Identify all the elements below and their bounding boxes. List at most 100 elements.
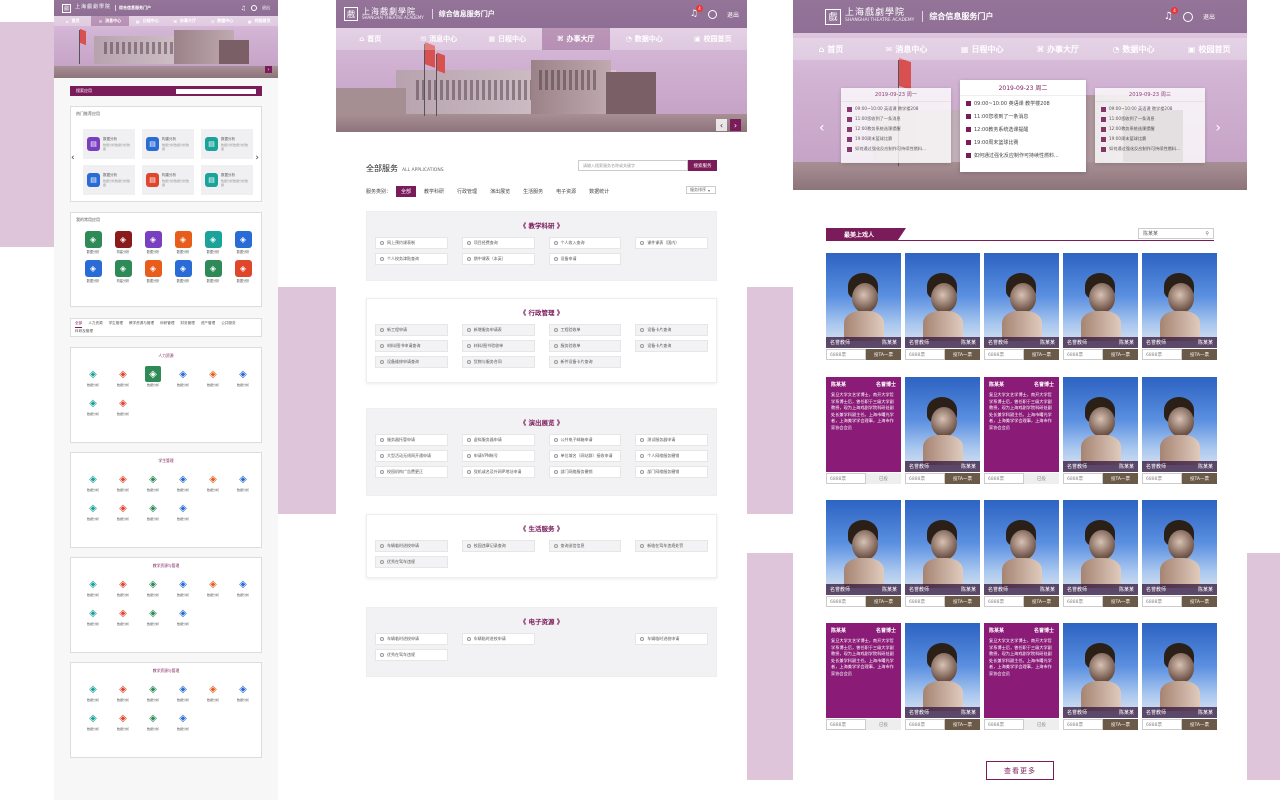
group-app-tile[interactable]: ◈ 数据分析 bbox=[79, 605, 107, 627]
popular-app-tile[interactable]: ▤ 构建分析 数据分析数据分析数据 bbox=[142, 165, 194, 195]
category-tab[interactable]: 资产管理 bbox=[201, 321, 215, 328]
person-card[interactable]: 名誉教师 陈某某 6888票 投TA一票 bbox=[1063, 623, 1138, 731]
next-arrow-icon[interactable]: › bbox=[265, 66, 272, 73]
user-icon[interactable] bbox=[707, 9, 717, 19]
service-item[interactable]: 课件课表（国内） bbox=[635, 237, 708, 249]
next-arrow-icon[interactable]: › bbox=[730, 119, 741, 131]
category-tab[interactable]: 科研管理 bbox=[160, 321, 174, 328]
vote-button[interactable]: 投TA一票 bbox=[1103, 349, 1138, 360]
vote-button[interactable]: 投TA一票 bbox=[1024, 349, 1059, 360]
vote-button[interactable]: 投TA一票 bbox=[1182, 596, 1217, 607]
person-card[interactable]: 名誉教师 陈某某 6888票 投TA一票 bbox=[1142, 623, 1217, 731]
service-item[interactable]: 服务验收单 bbox=[548, 340, 622, 352]
common-app-tile[interactable]: ◈ 数据分析 bbox=[229, 260, 257, 284]
group-app-tile[interactable]: ◈ 数据分析 bbox=[139, 500, 167, 522]
group-app-tile[interactable]: ◈ 数据分析 bbox=[169, 500, 197, 522]
service-item[interactable]: 个人网络服务撤销 bbox=[635, 450, 708, 462]
prev-arrow-icon[interactable]: ‹ bbox=[716, 119, 727, 131]
group-app-tile[interactable]: ◈ 数据分析 bbox=[139, 471, 167, 493]
service-search-input[interactable]: 请输入搜索服务名称或关键字 bbox=[578, 160, 688, 171]
group-app-tile[interactable]: ◈ 数据分析 bbox=[199, 471, 227, 493]
group-app-tile[interactable]: ◈ 数据分析 bbox=[199, 576, 227, 598]
group-app-tile[interactable]: ◈ 数据分析 bbox=[79, 710, 107, 732]
popular-app-tile[interactable]: ▤ 数据分析 数据分析数据分析数据 bbox=[201, 129, 253, 159]
vote-button[interactable]: 投TA一票 bbox=[1103, 473, 1138, 484]
service-item[interactable]: 材料/图书申请查询 bbox=[375, 340, 448, 352]
nav-item[interactable]: ▣ 校园首页 bbox=[679, 28, 748, 50]
service-item[interactable]: 材料/图书验收单 bbox=[461, 340, 535, 352]
service-item[interactable]: 优秀在驾车违规 bbox=[375, 649, 448, 661]
schedule-item[interactable]: 12:00教务系统选课提醒 bbox=[847, 126, 945, 132]
vote-button[interactable]: 投TA一票 bbox=[1103, 719, 1138, 730]
vote-button[interactable]: 投TA一票 bbox=[866, 596, 901, 607]
schedule-item[interactable]: 12:00教务系统选课提醒 bbox=[1101, 126, 1199, 132]
schedule-item[interactable]: 如何通过强化反应制作可持续性燃料... bbox=[966, 152, 1080, 159]
nav-item[interactable]: ▦ 日程中心 bbox=[944, 38, 1020, 60]
group-app-tile[interactable]: ◈ 数据分析 bbox=[139, 681, 167, 703]
person-card[interactable]: 名誉教师 陈某某 6888票 投TA一票 bbox=[1142, 500, 1217, 608]
group-app-tile[interactable]: ◈ 数据分析 bbox=[109, 710, 137, 732]
person-card[interactable]: 名誉教师 陈某某 6888票 投TA一票 bbox=[905, 253, 980, 361]
person-card[interactable]: 名誉教师 陈某某 6888票 投TA一票 bbox=[1142, 253, 1217, 361]
category-tab[interactable]: 人力资源 bbox=[88, 321, 102, 328]
person-card[interactable]: 名誉教师 陈某某 6888票 投TA一票 bbox=[905, 500, 980, 608]
next-arrow-icon[interactable]: › bbox=[255, 153, 259, 163]
service-item[interactable]: 设备维修申请查询 bbox=[375, 356, 448, 368]
group-app-tile[interactable]: ◈ 数据分析 bbox=[169, 471, 197, 493]
category-tab[interactable]: 学生管理 bbox=[109, 321, 123, 328]
search-input[interactable] bbox=[176, 88, 256, 94]
service-item[interactable]: 车辆临时进校申请 bbox=[461, 633, 535, 645]
group-app-tile[interactable]: ◈ 数据分析 bbox=[229, 681, 257, 703]
filter-chip[interactable]: 数据统计 bbox=[584, 186, 614, 197]
schedule-item[interactable]: 12:00教务系统选课提醒 bbox=[966, 126, 1080, 133]
schedule-item[interactable]: 如何通过强化反应制作可持续性燃料... bbox=[847, 146, 945, 152]
category-tab[interactable]: 全部 bbox=[75, 321, 83, 328]
service-item[interactable]: 工程验收单 bbox=[548, 324, 622, 336]
nav-item[interactable]: ▦ 日程中心 bbox=[473, 28, 542, 50]
vote-button[interactable]: 投TA一票 bbox=[1182, 349, 1217, 360]
filter-chip[interactable]: 教学科研 bbox=[419, 186, 449, 197]
nav-item[interactable]: ◔ 数据中心 bbox=[610, 28, 679, 50]
schedule-card[interactable]: 2019-09-23 周一 09:00~10:00 英语课 教学楼208 11:00… bbox=[841, 88, 951, 163]
filter-chip[interactable]: 生活服务 bbox=[518, 186, 548, 197]
group-app-tile[interactable]: ◈ 数据分析 bbox=[79, 395, 107, 417]
logo[interactable]: 戲 上海戲劇學院 综合信息服务门户 bbox=[62, 3, 151, 13]
person-card[interactable]: 陈某某 名誉博士 复旦大学文艺学博士，南开大学哲学系博士后，曾任职于三级大学副教授，… bbox=[984, 377, 1059, 485]
service-item[interactable]: 项目经费查询 bbox=[461, 237, 535, 249]
nav-item[interactable]: ▦ 日程中心 bbox=[129, 16, 166, 26]
service-item[interactable]: 个人校务津贴查询 bbox=[375, 253, 448, 265]
sort-dropdown[interactable]: 服务排序 ▾ bbox=[686, 186, 716, 194]
category-tab[interactable]: 公共服务 bbox=[221, 321, 235, 328]
service-item[interactable]: 期中课表（本英） bbox=[461, 253, 535, 265]
nav-item[interactable]: ✉ 消息中心 bbox=[405, 28, 474, 50]
bell-icon[interactable]: ♫ bbox=[241, 5, 246, 12]
service-item[interactable]: 优秀在驾车违规 bbox=[375, 556, 448, 568]
view-more-button[interactable]: 查看更多 bbox=[986, 761, 1054, 780]
category-tab[interactable]: 教学资源与管理 bbox=[129, 321, 154, 328]
service-item[interactable]: 单位域名（网站群）接收申请 bbox=[548, 450, 622, 462]
service-item[interactable]: 网上预约课表制 bbox=[375, 237, 448, 249]
schedule-item[interactable]: 19:00周末篮球比赛 bbox=[1101, 136, 1199, 142]
service-item[interactable]: 新临在驾车违规处罚 bbox=[635, 540, 708, 552]
schedule-item[interactable]: 19:00周末篮球比赛 bbox=[966, 139, 1080, 146]
nav-item[interactable]: ⌂ 首页 bbox=[54, 16, 91, 26]
prev-arrow-icon[interactable]: ‹ bbox=[819, 120, 825, 136]
person-card[interactable]: 名誉教师 陈某某 6888票 投TA一票 bbox=[826, 253, 901, 361]
common-app-tile[interactable]: ◈ 数据分析 bbox=[169, 231, 197, 255]
person-card[interactable]: 名誉教师 陈某某 6888票 投TA一票 bbox=[984, 253, 1059, 361]
schedule-item[interactable]: 09:00~10:00 英语课 教学楼208 bbox=[847, 106, 945, 112]
common-app-tile[interactable]: ◈ 数据分析 bbox=[199, 231, 227, 255]
common-app-tile[interactable]: ◈ 构建分析 bbox=[109, 231, 137, 255]
nav-item[interactable]: ▣ 校园首页 bbox=[241, 16, 278, 26]
common-app-tile[interactable]: ◈ 数据分析 bbox=[139, 231, 167, 255]
service-item[interactable]: 大型活动无线网开通申请 bbox=[375, 450, 448, 462]
person-search-input[interactable]: 陈某某 ⚲ bbox=[1138, 228, 1214, 239]
filter-chip[interactable]: 电子资源 bbox=[551, 186, 581, 197]
vote-button[interactable]: 投TA一票 bbox=[1103, 596, 1138, 607]
service-item[interactable]: 查询送信信息 bbox=[548, 540, 622, 552]
service-item[interactable]: 校园违章记录查询 bbox=[461, 540, 535, 552]
group-app-tile[interactable]: ◈ 数据分析 bbox=[109, 605, 137, 627]
service-item[interactable]: 货物与服务合同 bbox=[461, 356, 535, 368]
common-app-tile[interactable]: ◈ 数据分析 bbox=[79, 231, 107, 255]
logo[interactable]: 戲 上海戲劇學院 SHANGHAI THEATRE ACADEMY 综合信息服务… bbox=[344, 7, 495, 21]
